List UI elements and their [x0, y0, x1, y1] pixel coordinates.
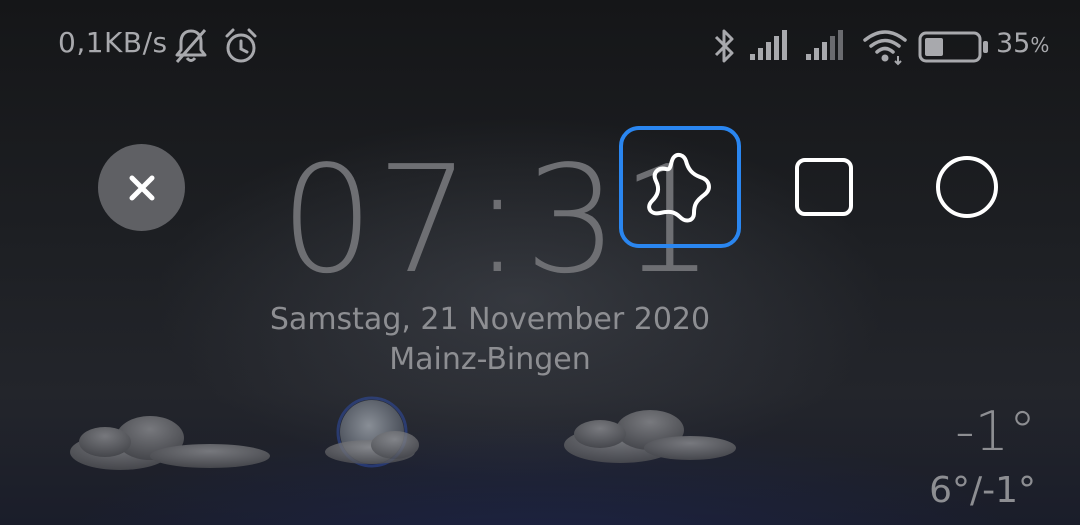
mute-bell-icon — [172, 26, 210, 70]
signal-sim2-icon — [804, 26, 850, 70]
lockscreen-date: Samstag, 21 November 2020 — [269, 302, 711, 337]
wifi-icon — [862, 26, 908, 70]
status-bar: 0,1KB/s 35% — [0, 0, 1080, 96]
alarm-clock-icon — [222, 26, 260, 70]
rounded-square-icon — [795, 158, 853, 216]
net-speed: 0,1KB/s — [58, 26, 168, 59]
freeform-shape-button[interactable] — [619, 126, 741, 248]
freeform-star-icon — [647, 152, 711, 223]
lockscreen-screenshot: 0,1KB/s 35% 07:31 Samstag, 21 November 2… — [0, 0, 1080, 525]
close-button[interactable] — [98, 144, 185, 231]
circle-shape-button[interactable] — [906, 126, 1028, 248]
current-temperature: -1° — [955, 400, 1036, 463]
circle-icon — [936, 156, 998, 218]
battery-percent: 35% — [996, 28, 1050, 59]
weather-location: Mainz-Bingen — [389, 342, 591, 377]
weather-clouds-decoration — [70, 396, 736, 470]
close-icon — [129, 175, 154, 200]
rectangle-shape-button[interactable] — [763, 126, 885, 248]
signal-sim1-icon — [748, 26, 794, 70]
temperature-range: 6°/-1° — [929, 470, 1036, 511]
battery-icon — [918, 30, 990, 68]
bluetooth-icon — [712, 26, 738, 70]
